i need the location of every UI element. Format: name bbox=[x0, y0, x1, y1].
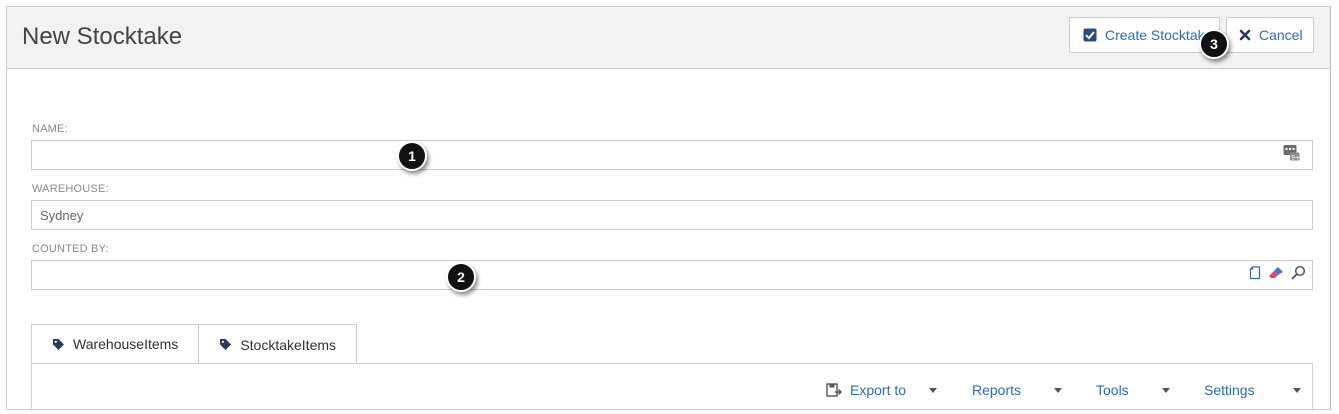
tools-menu[interactable]: Tools bbox=[1096, 382, 1129, 398]
tools-label: Tools bbox=[1096, 382, 1129, 398]
export-label: Export to bbox=[850, 382, 907, 398]
tools-caret-icon[interactable] bbox=[1162, 388, 1170, 393]
export-caret-icon[interactable] bbox=[929, 388, 937, 393]
warehouse-field[interactable] bbox=[31, 200, 1313, 230]
open-record-icon[interactable] bbox=[1249, 265, 1261, 285]
reports-menu[interactable]: Reports bbox=[972, 382, 1021, 398]
page-title: New Stocktake bbox=[22, 23, 183, 50]
reports-label: Reports bbox=[972, 382, 1022, 398]
name-label: NAME: bbox=[32, 123, 68, 135]
annotation-badge-3: 3 bbox=[1199, 29, 1229, 59]
tab-warehouse-items[interactable]: WarehouseItems bbox=[31, 324, 200, 363]
cancel-button[interactable]: Cancel bbox=[1226, 17, 1314, 53]
reports-caret-icon[interactable] bbox=[1054, 388, 1062, 393]
settings-label: Settings bbox=[1204, 382, 1255, 398]
settings-menu[interactable]: Settings bbox=[1204, 382, 1255, 398]
counted-by-input[interactable] bbox=[32, 261, 1312, 289]
warehouse-label: WAREHOUSE: bbox=[32, 183, 109, 195]
tag-icon bbox=[219, 338, 232, 351]
export-icon bbox=[826, 382, 842, 398]
checkbox-checked-icon bbox=[1083, 28, 1097, 42]
name-input[interactable] bbox=[32, 141, 1312, 169]
export-menu[interactable]: Export to bbox=[826, 382, 906, 398]
sequence-number-icon[interactable]: 9+ bbox=[1283, 144, 1300, 166]
page-header: New Stocktake Create Stocktake Cancel bbox=[7, 7, 1330, 69]
annotation-badge-2: 2 bbox=[446, 262, 476, 292]
eraser-icon[interactable] bbox=[1268, 266, 1284, 285]
svg-text:9+: 9+ bbox=[1291, 154, 1300, 161]
warehouse-input[interactable] bbox=[32, 201, 1312, 229]
settings-caret-icon[interactable] bbox=[1293, 388, 1301, 393]
counted-by-label: COUNTED BY: bbox=[32, 243, 109, 255]
close-icon bbox=[1239, 29, 1251, 41]
create-stocktake-label: Create Stocktake bbox=[1105, 27, 1213, 43]
app-window: New Stocktake Create Stocktake Cancel NA… bbox=[6, 6, 1331, 410]
create-stocktake-button[interactable]: Create Stocktake bbox=[1069, 17, 1220, 53]
counted-by-field[interactable] bbox=[31, 260, 1313, 290]
name-field[interactable]: 9+ bbox=[31, 140, 1313, 170]
tab-bar: WarehouseItems StocktakeItems bbox=[31, 324, 358, 364]
tag-icon bbox=[52, 338, 65, 351]
tab-warehouse-items-label: WarehouseItems bbox=[73, 336, 179, 352]
tab-stocktake-items-label: StocktakeItems bbox=[240, 336, 337, 353]
annotation-badge-1: 1 bbox=[397, 141, 427, 171]
cancel-label: Cancel bbox=[1259, 27, 1303, 43]
search-icon[interactable] bbox=[1291, 265, 1306, 285]
tab-stocktake-items[interactable]: StocktakeItems bbox=[198, 324, 358, 364]
